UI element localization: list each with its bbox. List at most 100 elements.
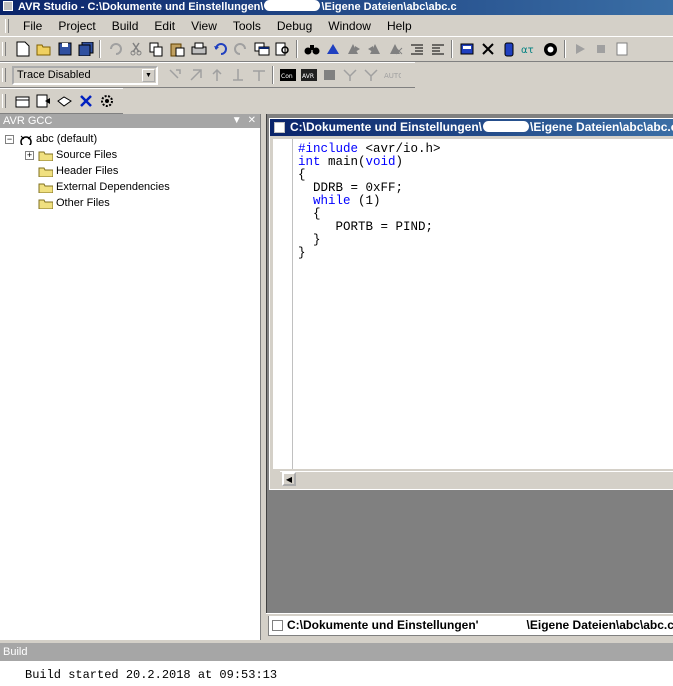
tree-item-label: Source Files [56, 149, 118, 161]
menu-window[interactable]: Window [320, 18, 379, 34]
new-file-icon[interactable] [14, 41, 31, 58]
open-folder-icon[interactable] [35, 41, 52, 58]
save-all-icon[interactable] [77, 41, 94, 58]
step-into-icon[interactable] [166, 67, 183, 84]
code-text-span: DDRB = 0xFF; [298, 181, 404, 195]
chip-icon[interactable] [458, 41, 475, 58]
project-icon [20, 135, 32, 145]
tree-item-external-dependencies[interactable]: External Dependencies [0, 179, 260, 195]
save-icon[interactable] [56, 41, 73, 58]
build-output[interactable]: Build started 20.2.2018 at 09:53:13 [0, 661, 673, 686]
stk-icon[interactable]: ατ [521, 41, 538, 58]
trace-icon[interactable] [342, 67, 359, 84]
code-keyword: #include [298, 142, 359, 156]
code-editor[interactable]: #include <avr/io.h> int main(void) { DDR… [273, 139, 673, 469]
code-text-span: (1) [350, 194, 381, 208]
code-text[interactable]: #include <avr/io.h> int main(void) { DDR… [298, 143, 441, 260]
clean-icon[interactable] [77, 93, 94, 110]
tab-abc-c[interactable]: C:\Dokumente und Einstellungen' \Eigene D… [268, 616, 673, 636]
rebuild-icon[interactable] [35, 93, 52, 110]
tree-item-header-files[interactable]: Header Files [0, 163, 260, 179]
tab-label-prefix: C:\Dokumente und Einstellungen' [287, 618, 479, 632]
collapse-icon[interactable]: − [5, 134, 14, 144]
menu-project[interactable]: Project [50, 18, 103, 34]
play-icon[interactable] [571, 41, 588, 58]
jtag-icon[interactable] [500, 41, 517, 58]
tools-icon[interactable] [479, 41, 496, 58]
project-tree: − abc (default) + Source Files Header Fi… [0, 128, 260, 211]
tree-item-other-files[interactable]: Other Files [0, 195, 260, 211]
window-icon[interactable] [253, 41, 270, 58]
app-icon [3, 1, 13, 11]
undo-icon[interactable] [211, 41, 228, 58]
bookmark-next-icon[interactable] [345, 41, 362, 58]
folder-icon [38, 151, 53, 161]
binoculars-icon[interactable] [303, 41, 320, 58]
build-panel-title: Build [3, 646, 28, 658]
document-icon [274, 122, 285, 133]
code-keyword: int [298, 155, 321, 169]
toolbar-grip[interactable] [2, 68, 6, 82]
project-panel-title: AVR GCC [3, 115, 53, 127]
document-title-bar[interactable]: C:\Dokumente und Einstellungen\ \Eigene D… [270, 119, 673, 136]
avr-icon[interactable] [542, 41, 559, 58]
chip-grey-icon[interactable] [321, 67, 338, 84]
menu-debug[interactable]: Debug [269, 18, 320, 34]
code-text-span: ) [395, 155, 404, 169]
auto-icon[interactable]: AUTO [384, 67, 401, 84]
cut-icon[interactable] [127, 41, 144, 58]
menu-file[interactable]: File [15, 18, 50, 34]
redo-icon[interactable] [232, 41, 249, 58]
folder-icon [38, 183, 53, 193]
build-toolbar [0, 88, 123, 114]
bookmark-icon[interactable] [324, 41, 341, 58]
svg-text:ατ: ατ [521, 45, 534, 55]
stop-icon[interactable] [592, 41, 609, 58]
avr-chip-icon[interactable]: AVR [300, 67, 317, 84]
compile-icon[interactable] [56, 93, 73, 110]
paste-icon[interactable] [169, 41, 186, 58]
toolbar-grip[interactable] [2, 42, 6, 56]
doc-icon[interactable] [613, 41, 630, 58]
run-to-cursor-icon[interactable] [229, 67, 246, 84]
toolbar-separator [99, 40, 101, 58]
code-text-span: { [298, 168, 306, 182]
panel-close-icon[interactable]: ✕ [248, 114, 256, 128]
bookmark-clear-icon[interactable] [387, 41, 404, 58]
code-text-span: { [298, 207, 321, 221]
tree-root-label: abc (default) [36, 133, 98, 145]
scroll-left-icon[interactable]: ◀ [282, 472, 296, 486]
editor-gutter [273, 139, 293, 469]
menu-edit[interactable]: Edit [146, 18, 183, 34]
redacted-username [483, 121, 530, 132]
trace-filter-icon[interactable] [363, 67, 380, 84]
panel-dropdown-icon[interactable]: ▼ [232, 114, 242, 128]
step-out-icon[interactable] [208, 67, 225, 84]
menu-build[interactable]: Build [104, 18, 147, 34]
breakpoint-icon[interactable] [250, 67, 267, 84]
print-icon[interactable] [190, 41, 207, 58]
menubar-grip[interactable] [5, 18, 9, 33]
menu-help[interactable]: Help [379, 18, 420, 34]
expand-icon[interactable]: + [25, 150, 34, 160]
build-icon[interactable] [14, 93, 31, 110]
tree-root[interactable]: − abc (default) [0, 131, 260, 147]
bookmark-prev-icon[interactable] [366, 41, 383, 58]
outdent-icon[interactable] [429, 41, 446, 58]
undo-disabled-icon[interactable] [106, 41, 123, 58]
toolbar-grip[interactable] [2, 94, 6, 108]
chevron-down-icon[interactable]: ▼ [142, 68, 155, 82]
con-icon[interactable]: Con [279, 67, 296, 84]
menu-bar: File Project Build Edit View Tools Debug… [0, 15, 673, 36]
horizontal-scrollbar[interactable]: ◀ [280, 471, 673, 487]
options-icon[interactable] [98, 93, 115, 110]
step-over-icon[interactable] [187, 67, 204, 84]
menu-tools[interactable]: Tools [225, 18, 269, 34]
tree-item-source-files[interactable]: + Source Files [0, 147, 260, 163]
copy-icon[interactable] [148, 41, 165, 58]
indent-icon[interactable] [408, 41, 425, 58]
menu-view[interactable]: View [183, 18, 225, 34]
trace-dropdown[interactable]: Trace Disabled ▼ [12, 65, 158, 85]
find-in-files-icon[interactable] [274, 41, 291, 58]
toolbar-separator [564, 40, 566, 58]
